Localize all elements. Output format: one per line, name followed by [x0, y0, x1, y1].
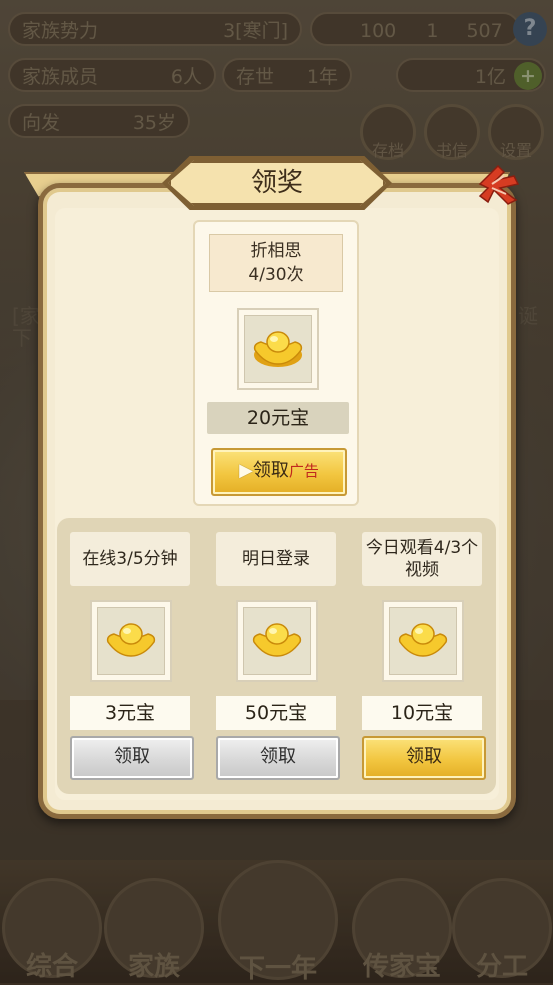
task-reward-amount: 3元宝 — [70, 696, 190, 730]
ad-tag: 广告 — [288, 462, 319, 480]
gold-ingot-icon — [398, 623, 448, 657]
gold-ingot-icon — [253, 331, 303, 367]
task-label: 今日观看4/3个视频 — [362, 532, 482, 586]
gold-ingot-icon — [106, 623, 156, 657]
reward-item-box — [236, 600, 318, 682]
ad-reward-amount: 20元宝 — [207, 402, 349, 434]
close-ribbon-icon[interactable] — [474, 160, 522, 208]
claim-ad-label: 领取 — [252, 460, 289, 481]
play-icon: ▶ — [239, 460, 253, 481]
task-reward-amount: 10元宝 — [362, 696, 482, 730]
claim-ad-button[interactable]: ▶领取广告 — [211, 448, 347, 496]
claim-login-button[interactable]: 领取 — [216, 736, 340, 780]
claim-online-button[interactable]: 领取 — [70, 736, 194, 780]
task-label: 明日登录 — [216, 532, 336, 586]
tasks-panel: 在线3/5分钟 3元宝 领取 明日登录 50元宝 领取 今日观看4/3个视频 1… — [57, 518, 496, 794]
reward-item-box — [382, 600, 464, 682]
ad-reward-card: 折相思 4/30次 20元宝 ▶领取广告 — [193, 220, 359, 506]
dialog-title: 领奖 — [168, 160, 386, 206]
claim-video-button[interactable]: 领取 — [362, 736, 486, 780]
task-label: 在线3/5分钟 — [70, 532, 190, 586]
ad-reward-label: 折相思 4/30次 — [209, 234, 343, 292]
gold-ingot-icon — [252, 623, 302, 657]
reward-item-box — [90, 600, 172, 682]
ad-reward-title: 折相思 — [250, 241, 302, 261]
reward-item-box — [237, 308, 319, 390]
ad-reward-progress: 4/30次 — [248, 265, 304, 285]
task-reward-amount: 50元宝 — [216, 696, 336, 730]
